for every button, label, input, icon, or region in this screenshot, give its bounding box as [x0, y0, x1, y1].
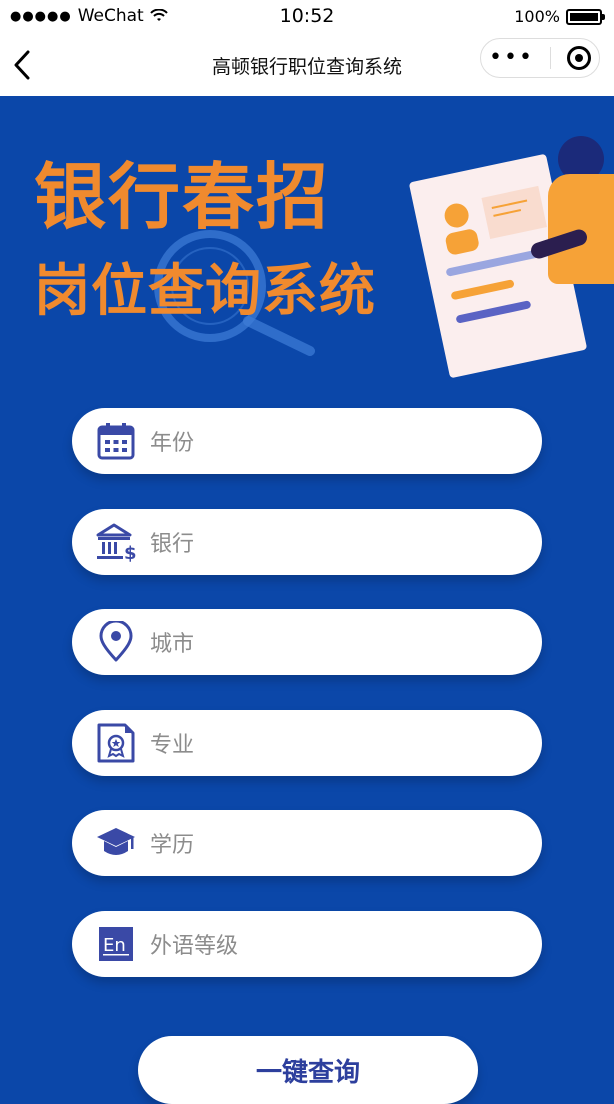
status-bar: ●●●●● WeChat 10:52 100% [0, 0, 614, 34]
location-pin-icon [94, 620, 138, 664]
major-field-label: 专业 [150, 733, 195, 758]
miniprogram-capsule: ••• [480, 38, 600, 78]
language-level-field-label: 外语等级 [150, 934, 239, 959]
hero-banner: 银行春招 岗位查询系统 [0, 96, 614, 396]
nav-bar: 高顿银行职位查询系统 ••• [0, 34, 614, 96]
english-en-icon: En [94, 922, 138, 966]
major-field[interactable]: 专业 [72, 710, 542, 776]
graduation-cap-icon [94, 821, 138, 865]
hero-title-line2: 岗位查询系统 [34, 259, 376, 324]
close-target-icon[interactable] [566, 46, 591, 70]
hero-title-line1: 银行春招 [34, 155, 331, 239]
city-field[interactable]: 城市 [72, 609, 542, 675]
more-dots-icon[interactable]: ••• [489, 47, 534, 69]
main-content: 银行春招 岗位查询系统 年份 $ 银行 城市 专业 学历 En 外语等级 一键查… [0, 96, 614, 1104]
status-right: 100% [514, 7, 605, 26]
bank-field[interactable]: $ 银行 [72, 509, 542, 575]
certificate-icon [94, 721, 138, 765]
bank-field-label: 银行 [150, 532, 195, 557]
battery-icon [566, 8, 605, 25]
education-field[interactable]: 学历 [72, 810, 542, 876]
year-field-label: 年份 [150, 431, 195, 456]
battery-percent: 100% [514, 7, 560, 26]
city-field-label: 城市 [150, 632, 195, 657]
bank-icon: $ [94, 520, 138, 564]
language-level-field[interactable]: En 外语等级 [72, 911, 542, 977]
svg-text:$: $ [124, 543, 137, 563]
capsule-divider [549, 47, 551, 69]
calendar-icon [94, 419, 138, 463]
svg-text:En: En [103, 935, 126, 956]
year-field[interactable]: 年份 [72, 408, 542, 474]
education-field-label: 学历 [150, 833, 195, 858]
one-click-query-button[interactable]: 一键查询 [138, 1036, 478, 1104]
